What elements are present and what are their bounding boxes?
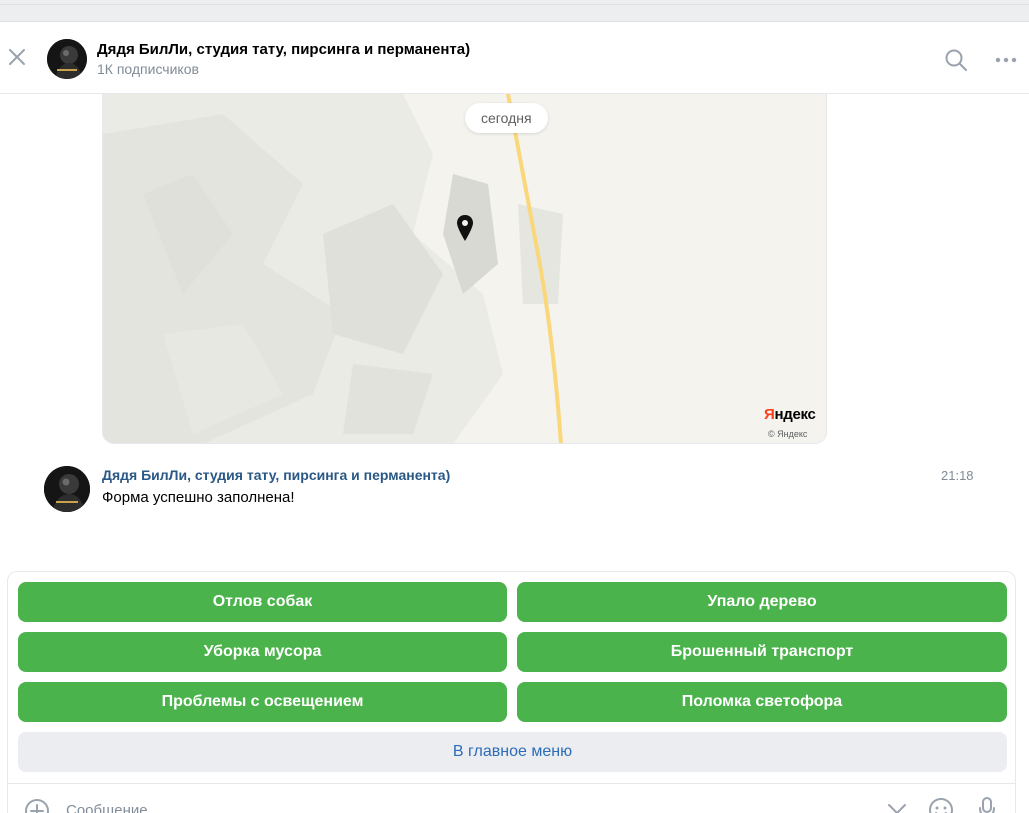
message-input[interactable] <box>66 799 766 813</box>
bot-keyboard: Отлов собак Упало дерево Уборка мусора Б… <box>7 571 1016 783</box>
microphone-icon[interactable] <box>978 796 996 813</box>
chat-header: Дядя БилЛи, студия тату, пирсинга и перм… <box>0 22 1029 94</box>
message-text: Форма успешно заполнена! <box>102 489 295 506</box>
message-author-avatar[interactable] <box>44 466 90 512</box>
yandex-logo-first-letter: Я <box>764 406 775 423</box>
yandex-logo-rest: ндекс <box>774 406 816 423</box>
location-map[interactable] <box>102 94 827 444</box>
keyboard-button-garbage-removal[interactable]: Уборка мусора <box>18 632 507 672</box>
message-author-name[interactable]: Дядя БилЛи, студия тату, пирсинга и перм… <box>102 467 450 483</box>
more-icon[interactable] <box>994 52 1018 68</box>
message-composer <box>7 783 1016 813</box>
date-divider: сегодня <box>465 103 548 133</box>
chevron-down-icon[interactable] <box>886 802 908 813</box>
yandex-logo: Яндекс <box>764 406 816 423</box>
keyboard-button-abandoned-vehicle[interactable]: Брошенный транспорт <box>517 632 1007 672</box>
map-pin-icon[interactable] <box>455 214 475 242</box>
close-icon[interactable] <box>6 46 28 68</box>
keyboard-button-main-menu[interactable]: В главное меню <box>18 732 1007 772</box>
keyboard-button-fallen-tree[interactable]: Упало дерево <box>517 582 1007 622</box>
top-divider <box>0 4 1029 5</box>
page-title[interactable]: Дядя БилЛи, студия тату, пирсинга и перм… <box>97 41 470 58</box>
browser-top-strip <box>0 0 1029 22</box>
map-copyright[interactable]: © Яндекс <box>768 429 807 439</box>
keyboard-button-dog-catching[interactable]: Отлов собак <box>18 582 507 622</box>
message-time: 21:18 <box>941 468 974 483</box>
plus-circle-icon[interactable] <box>24 798 50 813</box>
smile-icon[interactable] <box>928 797 954 813</box>
keyboard-button-traffic-light-failure[interactable]: Поломка светофора <box>517 682 1007 722</box>
keyboard-button-lighting-problems[interactable]: Проблемы с освещением <box>18 682 507 722</box>
subscriber-count: 1К подписчиков <box>97 61 199 77</box>
search-icon[interactable] <box>944 48 968 72</box>
avatar[interactable] <box>47 39 87 79</box>
